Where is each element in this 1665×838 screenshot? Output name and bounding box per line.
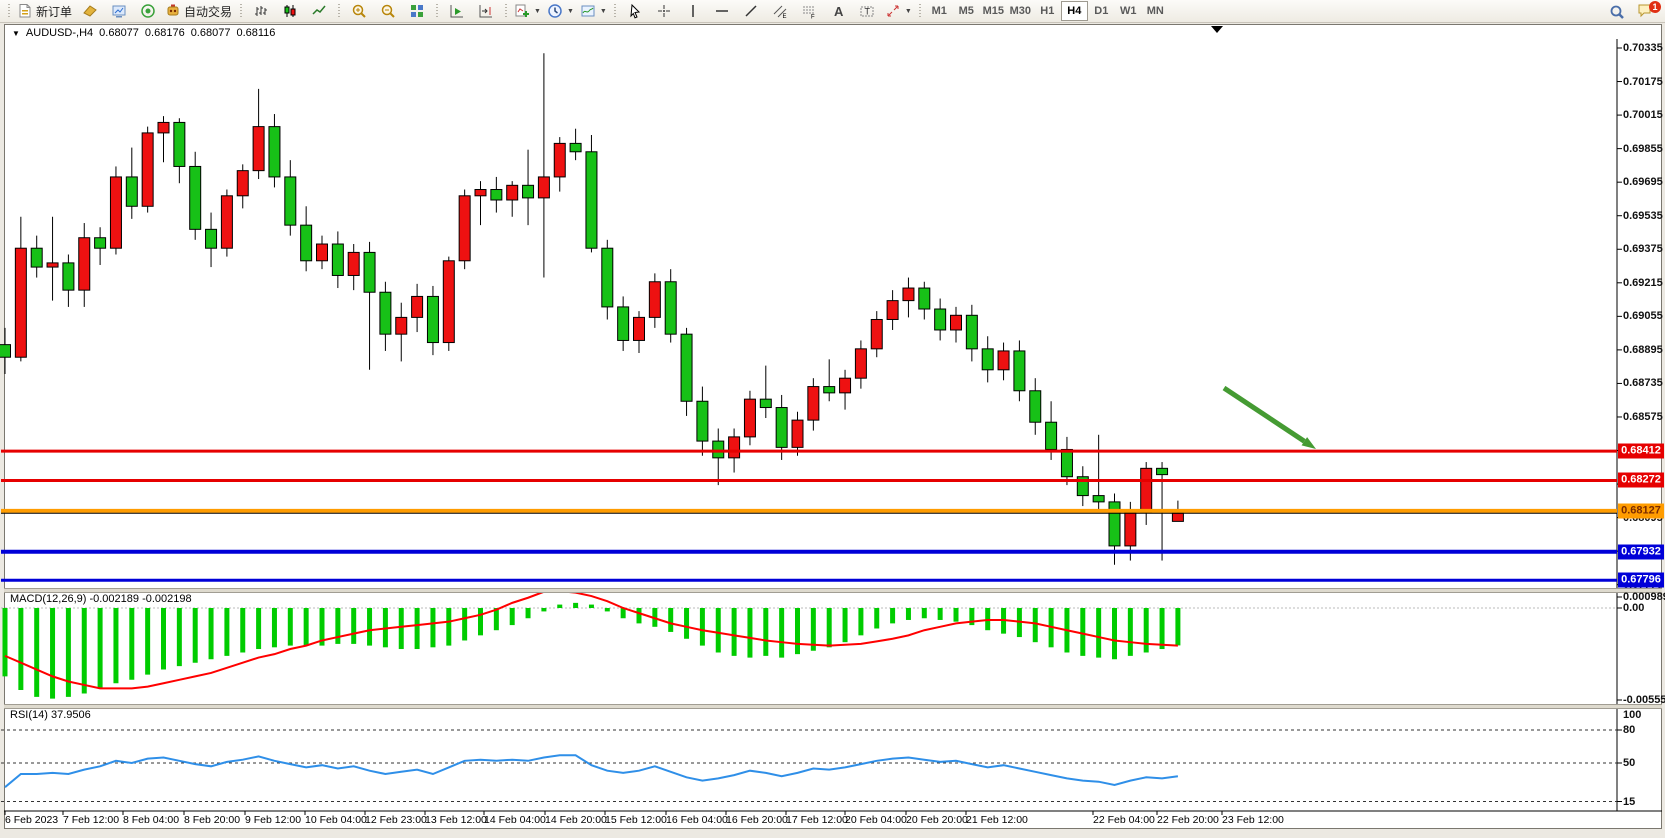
timeframe-m30-button[interactable]: M30 <box>1007 1 1034 21</box>
indicators-icon <box>514 3 530 19</box>
fibonacci-icon: F <box>801 3 817 19</box>
history-button[interactable] <box>75 1 104 22</box>
cursor-icon <box>627 3 643 19</box>
toolbar-grip <box>434 4 439 19</box>
bar-chart-button[interactable] <box>246 1 275 22</box>
chart-shift-icon <box>478 3 494 19</box>
chart-symbol-period: AUDUSD-,H4 <box>26 27 93 39</box>
chart-title-bar: ▼ AUDUSD-,H4 0.68077 0.68176 0.68077 0.6… <box>12 27 275 39</box>
macd-panel-splitter[interactable] <box>4 588 1662 593</box>
svg-text:E: E <box>783 14 787 19</box>
zoom-in-button[interactable] <box>344 1 373 22</box>
search-icon <box>1609 4 1625 20</box>
toolbar-grip <box>6 4 11 19</box>
channel-icon: E <box>772 3 788 19</box>
crosshair-button[interactable] <box>650 1 679 22</box>
trendline-button[interactable] <box>737 1 766 22</box>
text-icon: A <box>830 3 846 19</box>
signals-icon <box>140 3 156 19</box>
indicators-button[interactable]: ▼ <box>511 1 544 22</box>
toolbar-grip <box>613 4 618 19</box>
signals-button[interactable] <box>133 1 162 22</box>
candle-chart-icon <box>282 3 298 19</box>
crosshair-icon <box>656 3 672 19</box>
trendline-icon <box>743 3 759 19</box>
chevron-down-icon[interactable]: ▼ <box>534 8 541 15</box>
tile-windows-icon <box>409 3 425 19</box>
zoom-out-icon <box>380 3 396 19</box>
new-order-icon <box>17 3 33 19</box>
channel-button[interactable]: E <box>766 1 795 22</box>
vertical-line-icon <box>685 3 701 19</box>
toolbar-grip <box>918 4 923 19</box>
zoom-out-button[interactable] <box>373 1 402 22</box>
trading-terminal: 新订单 自动交易 ▼ ▼ ▼ E F A T ▼ M1M5M15M30H1H4D1W1MN 1 ▼ A… <box>0 0 1665 838</box>
ohlc-high: 0.68176 <box>145 27 185 39</box>
toolbar-grip <box>503 4 508 19</box>
autotrade-button[interactable]: 自动交易 <box>162 1 235 22</box>
horizontal-line-icon <box>714 3 730 19</box>
autotrade-icon <box>165 3 181 19</box>
svg-text:A: A <box>834 4 844 19</box>
timeframe-w1-button[interactable]: W1 <box>1115 1 1142 21</box>
auto-scroll-icon <box>449 3 465 19</box>
main-toolbar: 新订单 自动交易 ▼ ▼ ▼ E F A T ▼ M1M5M15M30H1H4D1W1MN 1 <box>0 0 1665 23</box>
auto-scroll-button[interactable] <box>442 1 471 22</box>
template-icon <box>580 3 596 19</box>
timeframe-d1-button[interactable]: D1 <box>1088 1 1115 21</box>
horizontal-line-button[interactable] <box>708 1 737 22</box>
tile-windows-button[interactable] <box>402 1 431 22</box>
chevron-down-icon[interactable]: ▼ <box>600 8 607 15</box>
fibonacci-button[interactable]: F <box>795 1 824 22</box>
chart-shift-button[interactable] <box>471 1 500 22</box>
period-button[interactable]: ▼ <box>544 1 577 22</box>
bar-chart-icon <box>253 3 269 19</box>
period-icon <box>547 3 563 19</box>
label-button[interactable]: T <box>853 1 882 22</box>
cursor-button[interactable] <box>621 1 650 22</box>
new-order-button[interactable]: 新订单 <box>14 1 75 22</box>
rsi-panel-splitter[interactable] <box>4 704 1662 709</box>
search-button[interactable] <box>1602 1 1631 22</box>
timeframe-mn-button[interactable]: MN <box>1142 1 1169 21</box>
arrows-button[interactable]: ▼ <box>882 1 915 22</box>
chat-button[interactable]: 1 <box>1637 2 1659 22</box>
chart-shift-marker[interactable] <box>1211 26 1223 33</box>
toolbar-grip <box>238 4 243 19</box>
history-icon <box>82 3 98 19</box>
depth-button[interactable] <box>104 1 133 22</box>
depth-icon <box>111 3 127 19</box>
timeframe-h4-button[interactable]: H4 <box>1061 1 1088 21</box>
label-icon: T <box>859 3 875 19</box>
collapse-icon[interactable]: ▼ <box>12 29 20 38</box>
timeframe-m5-button[interactable]: M5 <box>953 1 980 21</box>
toolbar-button-label: 新订单 <box>36 3 72 20</box>
notification-badge: 1 <box>1649 1 1661 13</box>
candle-chart-button[interactable] <box>275 1 304 22</box>
chevron-down-icon[interactable]: ▼ <box>567 8 574 15</box>
vertical-line-button[interactable] <box>679 1 708 22</box>
timeframe-m15-button[interactable]: M15 <box>980 1 1007 21</box>
line-chart-button[interactable] <box>304 1 333 22</box>
ohlc-low: 0.68077 <box>191 27 231 39</box>
arrows-icon <box>885 3 901 19</box>
template-button[interactable]: ▼ <box>577 1 610 22</box>
toolbar-button-label: 自动交易 <box>184 3 232 20</box>
timeframe-m1-button[interactable]: M1 <box>926 1 953 21</box>
timeframe-h1-button[interactable]: H1 <box>1034 1 1061 21</box>
svg-text:F: F <box>811 15 815 20</box>
svg-text:T: T <box>865 7 871 17</box>
zoom-in-icon <box>351 3 367 19</box>
line-chart-icon <box>311 3 327 19</box>
ohlc-close: 0.68116 <box>236 27 275 39</box>
text-button[interactable]: A <box>824 1 853 22</box>
ohlc-open: 0.68077 <box>99 27 139 39</box>
toolbar-grip <box>336 4 341 19</box>
chevron-down-icon[interactable]: ▼ <box>905 8 912 15</box>
